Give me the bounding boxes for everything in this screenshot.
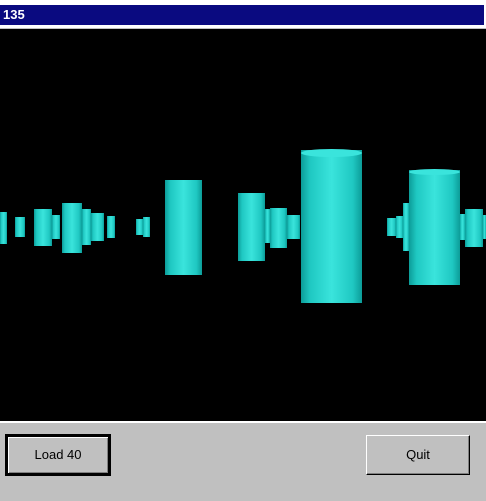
cylinder: [0, 212, 7, 244]
load-button-label: Load 40: [34, 447, 82, 462]
cylinder: [403, 203, 409, 251]
cylinder: [238, 193, 265, 261]
scene-canvas: [0, 149, 486, 303]
3d-viewport[interactable]: [0, 29, 486, 421]
cylinder: [143, 217, 150, 237]
cylinder-top: [301, 149, 362, 157]
cylinder: [82, 209, 91, 245]
title-bar-strip: 135: [0, 5, 486, 25]
cylinder: [136, 219, 143, 235]
cylinder: [34, 209, 52, 246]
quit-button-label: Quit: [406, 447, 430, 462]
cylinder: [91, 213, 104, 241]
cylinder: [165, 180, 202, 275]
cylinder: [460, 214, 465, 240]
cylinder: [62, 203, 82, 253]
cylinder: [387, 218, 396, 236]
quit-button[interactable]: Quit: [366, 435, 470, 475]
button-panel: Load 40 Quit: [0, 421, 486, 501]
cylinder-group: [0, 149, 486, 303]
cylinder: [15, 217, 25, 237]
cylinder: [265, 209, 270, 243]
cylinder: [107, 216, 115, 238]
cylinder: [465, 209, 483, 247]
cylinder: [52, 215, 60, 239]
cylinder-top: [409, 169, 460, 175]
cylinder: [409, 170, 460, 285]
cylinder: [396, 216, 403, 238]
cylinder: [287, 215, 300, 239]
load-button[interactable]: Load 40: [5, 434, 111, 476]
window-title: 135: [3, 7, 25, 22]
cylinder: [301, 150, 362, 303]
title-bar: 135: [0, 0, 486, 28]
cylinder: [270, 208, 287, 248]
